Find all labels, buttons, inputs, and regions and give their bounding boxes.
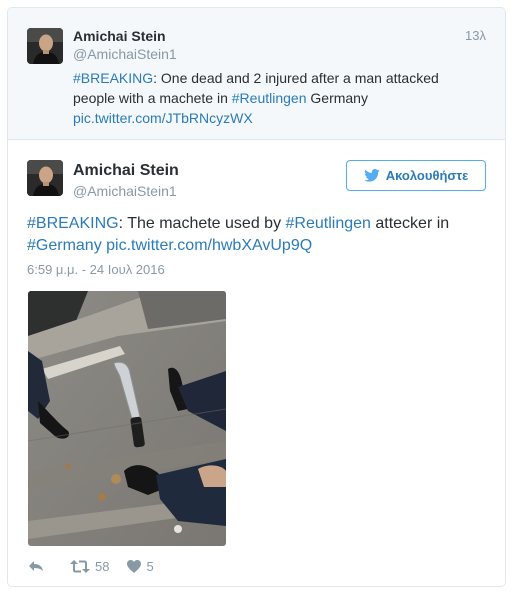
- author-name[interactable]: Amichai Stein: [73, 162, 179, 180]
- media-link[interactable]: pic.twitter.com/JTbRNcyzWX: [73, 110, 253, 126]
- author-handle[interactable]: @AmichaiStein1: [73, 183, 177, 199]
- tweet-time[interactable]: 13λ: [465, 28, 486, 43]
- parent-tweet[interactable]: Amichai Stein @AmichaiStein1 13λ #BREAKI…: [8, 8, 505, 140]
- retweet-icon: [70, 559, 90, 573]
- heart-icon: [127, 559, 142, 573]
- media-link[interactable]: pic.twitter.com/hwbXAvUp9Q: [106, 237, 312, 254]
- retweet-button[interactable]: 58: [70, 559, 109, 574]
- avatar[interactable]: [27, 160, 63, 196]
- reply-button[interactable]: [28, 560, 44, 572]
- author-name[interactable]: Amichai Stein: [73, 28, 166, 44]
- like-button[interactable]: 5: [127, 558, 154, 574]
- follow-label: Ακολουθήστε: [385, 168, 469, 183]
- hashtag-link[interactable]: #Reutlingen: [232, 90, 307, 106]
- tweet-text: #BREAKING: The machete used by #Reutling…: [27, 213, 487, 257]
- embedded-tweet-card: Amichai Stein @AmichaiStein1 13λ #BREAKI…: [7, 7, 506, 587]
- hashtag-link[interactable]: #Germany: [27, 237, 102, 254]
- retweet-count: 58: [95, 558, 110, 574]
- reply-icon: [28, 560, 44, 572]
- avatar[interactable]: [27, 28, 63, 64]
- tweet-timestamp[interactable]: 6:59 μ.μ. - 24 Ιουλ 2016: [27, 262, 165, 277]
- tweet-text-segment: attecker in: [370, 215, 450, 232]
- hashtag-link[interactable]: #BREAKING: [27, 215, 119, 232]
- tweet-text: #BREAKING: One dead and 2 injured after …: [73, 68, 473, 128]
- tweet-photo[interactable]: [28, 291, 226, 546]
- tweet-text-segment: : The machete used by: [118, 215, 286, 232]
- twitter-bird-icon: [363, 169, 380, 182]
- hashtag-link[interactable]: #BREAKING: [73, 70, 153, 86]
- tweet-actions: 58 5: [28, 556, 154, 576]
- tweet-text-segment: Germany: [306, 90, 368, 106]
- author-handle[interactable]: @AmichaiStein1: [73, 46, 177, 62]
- like-count: 5: [146, 558, 154, 574]
- follow-button[interactable]: Ακολουθήστε: [346, 160, 486, 191]
- hashtag-link[interactable]: #Reutlingen: [286, 215, 371, 232]
